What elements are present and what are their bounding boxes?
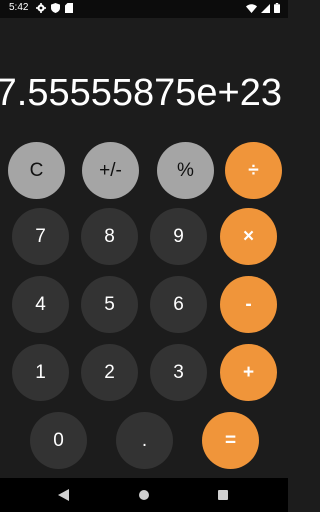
battery-icon bbox=[274, 3, 280, 13]
multiply-button[interactable]: × bbox=[220, 208, 277, 265]
home-icon[interactable] bbox=[139, 490, 149, 500]
decimal-button[interactable]: . bbox=[116, 412, 173, 469]
minus-button[interactable]: - bbox=[220, 276, 277, 333]
digit-4-button[interactable]: 4 bbox=[12, 276, 69, 333]
shield-icon bbox=[51, 3, 60, 13]
back-icon[interactable] bbox=[58, 489, 69, 501]
status-bar: 5:42 bbox=[0, 0, 288, 18]
clear-button[interactable]: C bbox=[8, 142, 65, 199]
equals-button[interactable]: = bbox=[202, 412, 259, 469]
digit-9-button[interactable]: 9 bbox=[150, 208, 207, 265]
sign-toggle-button[interactable]: +/- bbox=[82, 142, 139, 199]
digit-7-button[interactable]: 7 bbox=[12, 208, 69, 265]
digit-3-button[interactable]: 3 bbox=[150, 344, 207, 401]
sd-card-icon bbox=[65, 3, 73, 13]
signal-icon bbox=[261, 3, 270, 13]
percent-button[interactable]: % bbox=[157, 142, 214, 199]
recents-icon[interactable] bbox=[218, 490, 228, 500]
digit-5-button[interactable]: 5 bbox=[81, 276, 138, 333]
digit-0-button[interactable]: 0 bbox=[30, 412, 87, 469]
result-display: 7.55555875e+23 bbox=[0, 72, 282, 114]
digit-2-button[interactable]: 2 bbox=[81, 344, 138, 401]
wifi-icon bbox=[246, 3, 257, 13]
digit-6-button[interactable]: 6 bbox=[150, 276, 207, 333]
status-time: 5:42 bbox=[9, 2, 29, 13]
plus-button[interactable]: + bbox=[220, 344, 277, 401]
digit-8-button[interactable]: 8 bbox=[81, 208, 138, 265]
gear-icon bbox=[36, 3, 46, 13]
divide-button[interactable]: ÷ bbox=[225, 142, 282, 199]
digit-1-button[interactable]: 1 bbox=[12, 344, 69, 401]
